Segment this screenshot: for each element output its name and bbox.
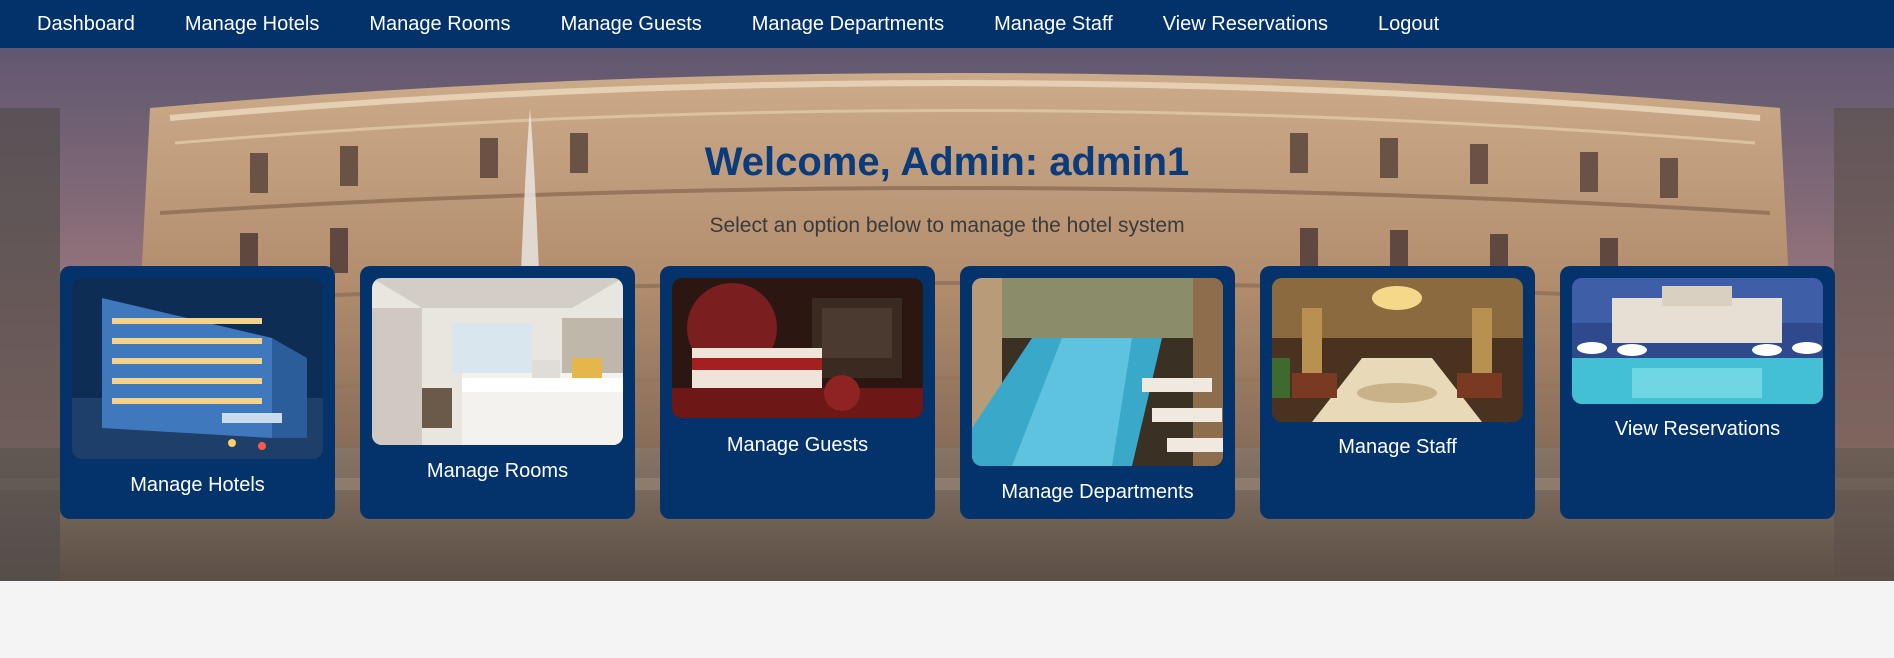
card-label: Manage Departments [1001,481,1194,503]
nav-dashboard[interactable]: Dashboard [0,0,160,48]
nav-manage-staff[interactable]: Manage Staff [969,0,1138,48]
nav-manage-hotels[interactable]: Manage Hotels [160,0,345,48]
top-navbar: Dashboard Manage Hotels Manage Rooms Man… [0,0,1894,48]
hotel-building-image [72,278,323,459]
card-manage-rooms[interactable]: Manage Rooms [360,266,635,519]
card-label: Manage Guests [726,434,869,456]
card-label: Manage Rooms [426,460,569,482]
indoor-pool-image [972,278,1223,466]
card-manage-departments[interactable]: Manage Departments [960,266,1235,519]
hero-section: Welcome, Admin: admin1 Select an option … [0,48,1894,581]
nav-view-reservations[interactable]: View Reservations [1138,0,1353,48]
hotel-room-image [372,278,623,445]
welcome-heading: Welcome, Admin: admin1 [704,140,1190,184]
card-label: Manage Hotels [130,474,265,496]
card-label: View Reservations [1614,418,1781,440]
page-footer-area [0,581,1894,658]
nav-manage-departments[interactable]: Manage Departments [727,0,969,48]
nav-manage-rooms[interactable]: Manage Rooms [344,0,535,48]
hotel-lobby-image [1272,278,1523,422]
card-manage-staff[interactable]: Manage Staff [1260,266,1535,519]
card-view-reservations[interactable]: View Reservations [1560,266,1835,519]
nav-logout[interactable]: Logout [1353,0,1464,48]
welcome-subtitle: Select an option below to manage the hot… [709,214,1185,237]
card-label: Manage Staff [1338,436,1457,458]
nav-manage-guests[interactable]: Manage Guests [536,0,727,48]
card-manage-hotels[interactable]: Manage Hotels [60,266,335,519]
guest-suite-image [672,278,923,418]
card-manage-guests[interactable]: Manage Guests [660,266,935,519]
resort-pool-image [1572,278,1823,404]
